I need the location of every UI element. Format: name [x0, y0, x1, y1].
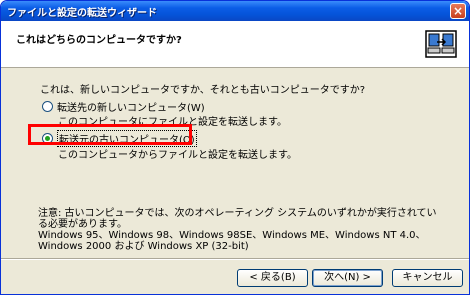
title-bar[interactable]: ファイルと設定の転送ウィザード × — [1, 1, 469, 21]
highlight-box — [28, 124, 192, 145]
option-old-description: このコンピュータからファイルと設定を転送します。 — [58, 150, 297, 161]
wizard-window: ファイルと設定の転送ウィザード × これはどちらのコンピュータですか? これは、… — [0, 0, 470, 295]
page-title: これはどちらのコンピュータですか? — [16, 35, 182, 46]
window-title: ファイルと設定の転送ウィザード — [7, 8, 157, 19]
back-button[interactable]: < 戻る(B) — [237, 269, 308, 287]
note-text: 注意: 古いコンピュータでは、次のオペレーティング システムのいずれかが実行され… — [38, 208, 437, 230]
cancel-button[interactable]: キャンセル — [392, 269, 463, 287]
option-new-computer[interactable]: 転送先の新しいコンピュータ(W) — [42, 99, 205, 114]
wizard-header: これはどちらのコンピュータですか? — [1, 21, 469, 68]
next-button[interactable]: 次へ(N) > — [312, 269, 383, 287]
close-button[interactable]: × — [450, 3, 466, 19]
wizard-transfer-icon — [425, 30, 457, 58]
wizard-content: これは、新しいコンピュータですか、それとも古いコンピュータですか? 転送先の新し… — [1, 68, 469, 258]
question-text: これは、新しいコンピュータですか、それとも古いコンピュータですか? — [40, 85, 366, 96]
option-new-label[interactable]: 転送先の新しいコンピュータ(W) — [57, 99, 205, 114]
button-separator — [1, 258, 469, 260]
radio-new-computer[interactable] — [42, 101, 53, 112]
note-block: 注意: 古いコンピュータでは、次のオペレーティング システムのいずれかが実行され… — [38, 208, 438, 252]
os-list: Windows 95、Windows 98、Windows 98SE、Windo… — [38, 230, 426, 252]
close-icon: × — [452, 4, 464, 18]
